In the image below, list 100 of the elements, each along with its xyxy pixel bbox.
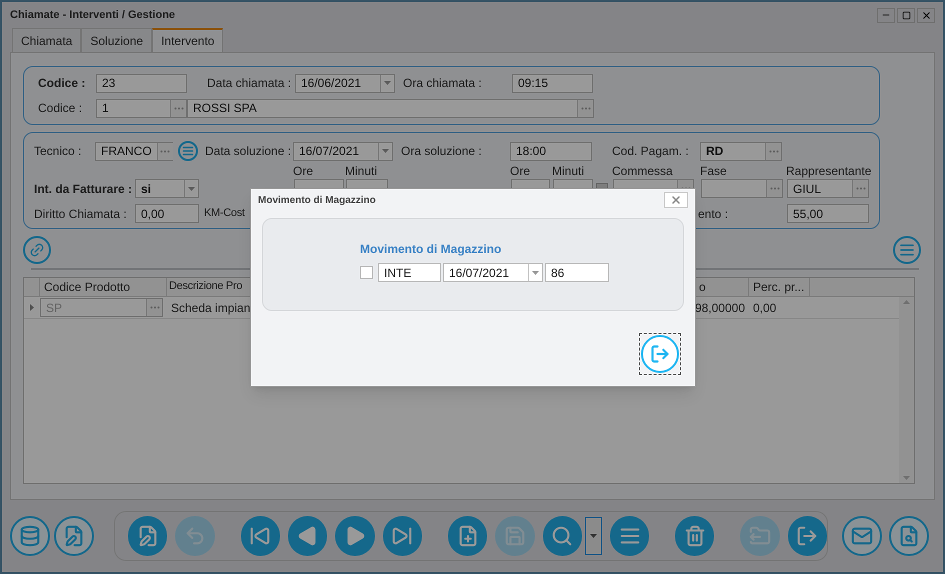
tab[interactable]: Intervento: [152, 28, 224, 52]
toolbar-button[interactable]: [240, 516, 280, 556]
ellipsis-icon: [174, 106, 184, 110]
ellipsis-button[interactable]: [146, 299, 162, 316]
table-cell-text: Scheda impian: [170, 300, 252, 316]
input-field[interactable]: si: [135, 179, 199, 198]
ellipsis-icon: [770, 187, 780, 190]
ellipsis-icon: [580, 106, 590, 110]
input-field[interactable]: 23: [96, 74, 187, 92]
input-field[interactable]: 16/07/2021: [443, 263, 543, 282]
ellipsis-button[interactable]: [170, 100, 186, 116]
list-button[interactable]: [178, 141, 198, 161]
tab[interactable]: Soluzione: [81, 28, 152, 52]
input-field[interactable]: 16/06/2021: [295, 74, 395, 92]
column-header[interactable]: Codice Prodotto: [40, 278, 167, 296]
ellipsis-button[interactable]: [766, 180, 782, 197]
toolbar-button[interactable]: [610, 516, 650, 556]
list-icon: [182, 145, 194, 157]
input-field[interactable]: 09:15: [512, 74, 593, 92]
close-button[interactable]: [917, 8, 935, 22]
toolbar-button[interactable]: [10, 516, 50, 556]
toolbar-button[interactable]: [788, 516, 828, 556]
caret-icon: [188, 186, 195, 190]
checkbox[interactable]: [360, 266, 373, 279]
input-field[interactable]: [701, 179, 783, 198]
ellipsis-icon: [150, 306, 160, 309]
close-button[interactable]: [664, 192, 688, 208]
dropdown-button[interactable]: [380, 74, 394, 92]
input-field[interactable]: 16/07/2021: [293, 142, 393, 160]
toolbar-button[interactable]: [54, 516, 94, 556]
toolbar-button[interactable]: [448, 516, 488, 556]
field-label: KM-Cost: [204, 206, 246, 222]
scroll-up-icon: [903, 300, 910, 304]
search-icon: [551, 525, 574, 547]
ellipsis-icon: [160, 150, 170, 152]
close-icon: [920, 10, 932, 20]
input-field[interactable]: ROSSI SPA: [187, 98, 594, 118]
ellipsis-button[interactable]: [156, 142, 173, 160]
input-field[interactable]: INTE: [378, 263, 441, 282]
column-label: Minuti: [552, 163, 586, 180]
column-label: Commessa: [612, 163, 674, 180]
dropdown-button[interactable]: [378, 142, 392, 160]
field-label: ento :: [698, 206, 730, 222]
caret-icon: [382, 149, 389, 153]
toolbar-button[interactable]: [889, 516, 929, 556]
row-marker-icon: [30, 304, 34, 311]
input-field[interactable]: RD: [700, 142, 782, 160]
exit-button[interactable]: [639, 333, 681, 375]
input-field[interactable]: FRANCO: [95, 142, 173, 160]
dropdown-button[interactable]: [184, 180, 198, 197]
maximize-button[interactable]: [897, 8, 915, 22]
exit-icon: [796, 525, 818, 547]
link-button[interactable]: [23, 236, 51, 264]
caret-icon: [590, 534, 597, 538]
input-field[interactable]: 0,00: [135, 204, 199, 223]
input-field[interactable]: GIUL: [787, 179, 869, 198]
toolbar-button[interactable]: [542, 516, 582, 556]
dropdown-button[interactable]: [585, 517, 602, 555]
ellipsis-button[interactable]: [577, 100, 593, 116]
input-field[interactable]: 18:00: [510, 142, 592, 160]
toolbar-button[interactable]: [288, 516, 328, 556]
field-label: Ora soluzione :: [401, 143, 483, 160]
minimize-button[interactable]: [877, 8, 895, 22]
toolbar-button[interactable]: [675, 516, 714, 556]
delete-icon: [684, 525, 706, 547]
database-icon: [19, 525, 41, 547]
column-header[interactable]: Perc. pr...: [749, 278, 810, 296]
ellipsis-button[interactable]: [765, 142, 781, 160]
export-icon: [748, 525, 771, 547]
ellipsis-button[interactable]: [852, 180, 868, 197]
column-label: Ore: [293, 163, 314, 180]
table-cell-text: 98,00000: [694, 300, 746, 316]
ellipsis-icon: [856, 187, 866, 190]
caret-icon: [384, 81, 391, 85]
scroll-bar[interactable]: [899, 297, 914, 483]
input-field[interactable]: 55,00: [787, 204, 869, 223]
edit-icon: [63, 525, 85, 547]
field-label: Data chiamata :: [207, 75, 292, 92]
field-label: Diritto Chiamata :: [34, 206, 128, 222]
list-button[interactable]: [893, 236, 921, 264]
maximize-icon: [902, 10, 910, 20]
dropdown-button[interactable]: [528, 264, 542, 281]
toolbar-button[interactable]: [842, 516, 882, 556]
toolbar-button[interactable]: [128, 516, 168, 556]
window-title: Chiamate - Interventi / Gestione: [10, 8, 176, 23]
exit-icon: [650, 344, 670, 364]
close-icon: [670, 194, 682, 206]
toolbar-button[interactable]: [335, 516, 375, 556]
input-field[interactable]: 86: [545, 263, 609, 282]
scroll-down-icon: [903, 476, 910, 480]
field-label: Cod. Pagam. :: [612, 143, 690, 160]
table-cell-text: 0,00: [752, 300, 778, 316]
field-label: Ora chiamata :: [403, 75, 483, 92]
file-search-icon: [898, 525, 920, 547]
column-label: Fase: [700, 163, 728, 180]
field-label: Codice :: [38, 75, 86, 92]
toolbar-button[interactable]: [382, 516, 422, 556]
input-field[interactable]: 1: [96, 98, 187, 118]
section-heading: Movimento di Magazzino: [360, 241, 502, 258]
tab[interactable]: Chiamata: [12, 28, 82, 52]
